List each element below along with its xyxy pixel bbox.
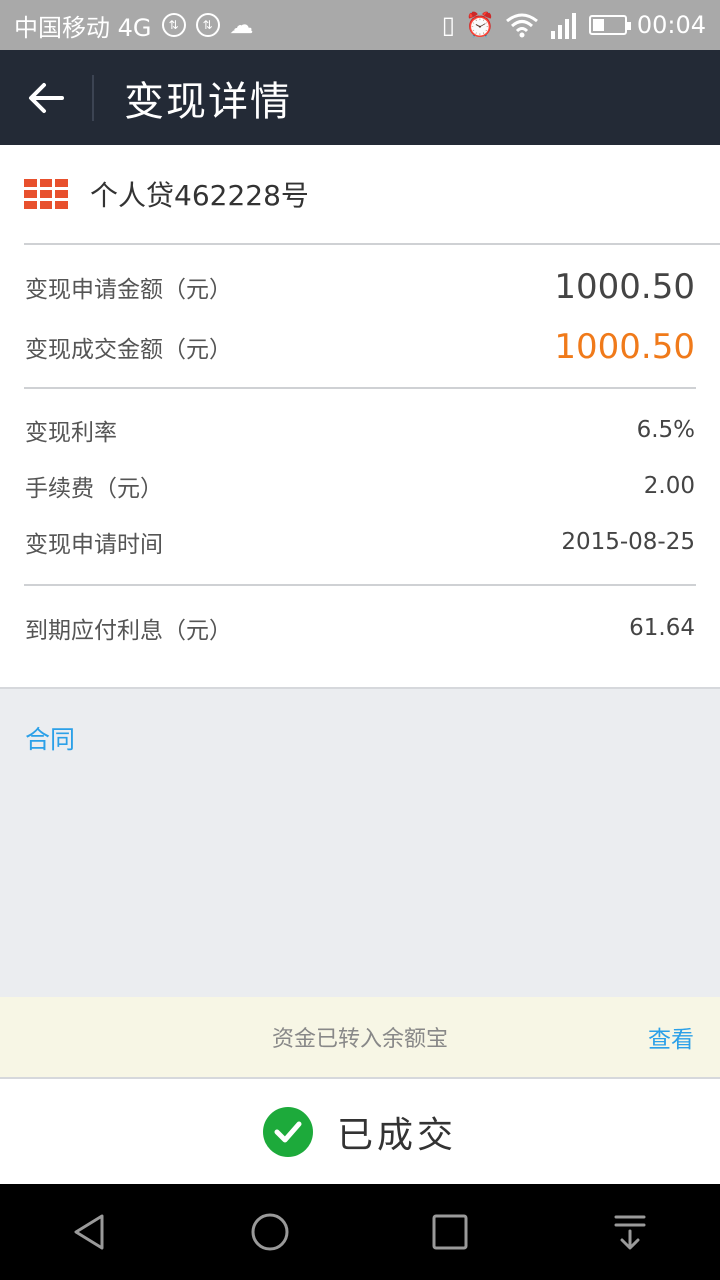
square-recents-icon [432, 1214, 468, 1250]
wifi-icon [505, 13, 538, 38]
weather-icon: ☁ [229, 11, 254, 39]
clock: 00:04 [636, 11, 706, 39]
fee-row: 手续费（元） 2.00 [0, 458, 720, 514]
triangle-back-icon [74, 1214, 104, 1250]
contract-link[interactable]: 合同 [25, 720, 75, 756]
header-divider [92, 74, 94, 121]
loan-name: 个人贷462228号 [90, 179, 309, 212]
detail-section: 变现利率 6.5% 手续费（元） 2.00 变现申请时间 2015-08-25 [0, 389, 720, 584]
app-bar: 变现详情 [0, 50, 720, 145]
back-button[interactable] [0, 50, 92, 145]
notice-bar: 资金已转入余额宝 查看 [0, 997, 720, 1077]
loan-header: 个人贷462228号 [0, 145, 720, 243]
nav-recents-button[interactable] [400, 1184, 500, 1280]
page-title: 变现详情 [124, 78, 292, 125]
interest-value: 61.64 [629, 615, 695, 641]
deal-amount-value: 1000.50 [554, 327, 695, 367]
navigation-bar [0, 1184, 720, 1280]
loan-logo-icon [24, 179, 68, 209]
pull-down-icon [614, 1215, 646, 1250]
nav-back-button[interactable] [40, 1184, 140, 1280]
status-bar: 中国移动 4G ⇅ ⇅ ☁ ▯ ⏰ 00:04 [0, 0, 720, 50]
amount-section: 变现申请金额（元） 1000.50 变现成交金额（元） 1000.50 [0, 245, 720, 387]
signal-icon [550, 13, 576, 39]
status-right: ▯ ⏰ 00:04 [442, 11, 706, 39]
data-transfer-icon: ⇅ [195, 13, 220, 37]
apply-time-label: 变现申请时间 [25, 532, 163, 558]
apply-amount-value: 1000.50 [554, 267, 695, 307]
deal-amount-row: 变现成交金额（元） 1000.50 [0, 317, 720, 377]
status-left: 中国移动 4G ⇅ ⇅ ☁ [14, 8, 254, 43]
rate-label: 变现利率 [25, 420, 117, 446]
circle-home-icon [251, 1213, 289, 1251]
fee-label: 手续费（元） [25, 476, 163, 502]
nav-notifications-button[interactable] [580, 1184, 680, 1280]
apply-amount-row: 变现申请金额（元） 1000.50 [0, 257, 720, 317]
deal-status-bar: 已成交 [0, 1077, 720, 1184]
vibrate-icon: ▯ [441, 11, 455, 39]
rate-row: 变现利率 6.5% [0, 402, 720, 458]
interest-row: 到期应付利息（元） 61.64 [0, 586, 720, 670]
apply-amount-label: 变现申请金额（元） [25, 277, 232, 303]
carrier-label: 中国移动 4G [14, 13, 152, 42]
interest-section: 到期应付利息（元） 61.64 [0, 586, 720, 670]
rate-value: 6.5% [636, 417, 695, 443]
apply-time-row: 变现申请时间 2015-08-25 [0, 514, 720, 570]
deal-amount-label: 变现成交金额（元） [25, 337, 232, 363]
nav-home-button[interactable] [220, 1184, 320, 1280]
fee-value: 2.00 [643, 473, 695, 499]
notice-text: 资金已转入余额宝 [271, 1027, 448, 1052]
battery-level [592, 19, 604, 31]
check-circle-icon [262, 1106, 313, 1157]
arrow-left-icon [29, 82, 64, 113]
alarm-icon: ⏰ [464, 11, 495, 39]
detail-card: 个人贷462228号 变现申请金额（元） 1000.50 变现成交金额（元） 1… [0, 145, 720, 689]
battery-icon [588, 15, 631, 35]
deal-status-text: 已成交 [336, 1114, 457, 1156]
apply-time-value: 2015-08-25 [561, 529, 695, 555]
interest-label: 到期应付利息（元） [25, 618, 232, 644]
data-sync-icon: ⇅ [161, 13, 186, 37]
view-link[interactable]: 查看 [648, 1020, 694, 1054]
